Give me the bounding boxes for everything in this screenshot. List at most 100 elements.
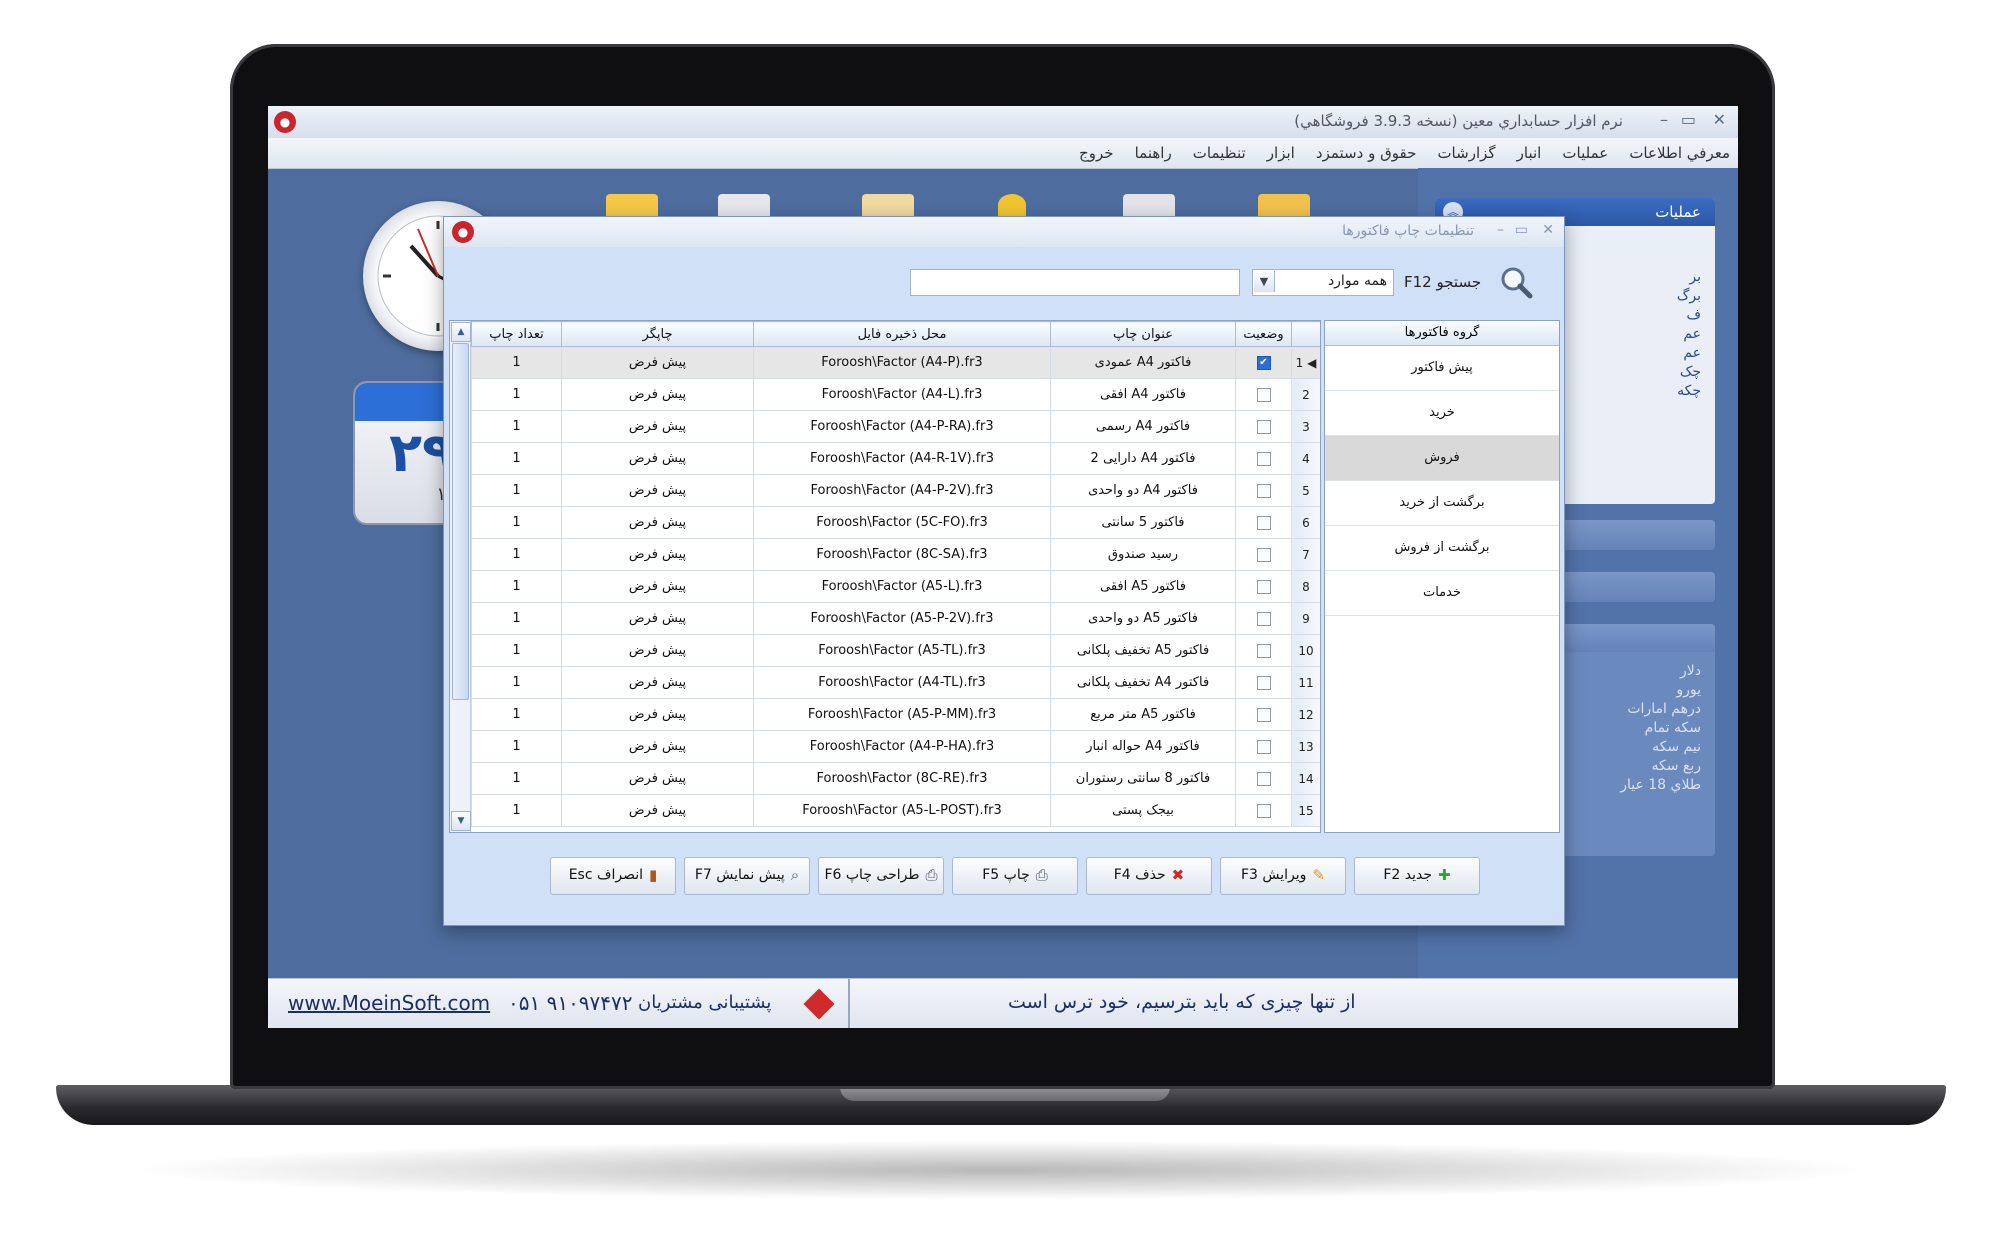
status-checkbox[interactable] <box>1256 515 1271 530</box>
status-cell[interactable] <box>1235 442 1292 475</box>
status-cell[interactable] <box>1235 570 1292 603</box>
group-item-purchase[interactable]: خرید <box>1325 391 1559 436</box>
scroll-up-icon[interactable]: ▲ <box>451 322 471 342</box>
menu-item-tools[interactable]: ابزار <box>1267 144 1295 162</box>
status-cell[interactable] <box>1235 698 1292 731</box>
filter-dropdown[interactable]: همه موارد ▼ <box>1252 269 1394 296</box>
group-item-proforma[interactable]: پیش فاکتور <box>1325 346 1559 391</box>
menu-item-definitions[interactable]: معرفي اطلاعات <box>1629 144 1730 162</box>
status-cell[interactable] <box>1235 730 1292 763</box>
group-item-sales-return[interactable]: برگشت از فروش <box>1325 526 1559 571</box>
table-row[interactable]: 13 فاکتور A4 حواله انبار Foroosh\Factor … <box>471 730 1320 763</box>
app-maximize-icon[interactable]: ▭ <box>1681 110 1696 129</box>
status-checkbox[interactable] <box>1256 803 1271 818</box>
table-row[interactable]: 15 بیجک پستی Foroosh\Factor (A5-L-POST).… <box>471 794 1320 827</box>
desktop-user-icon[interactable] <box>998 194 1026 216</box>
menu-item-payroll[interactable]: حقوق و دستمزد <box>1316 144 1416 162</box>
status-cell[interactable] <box>1235 410 1292 443</box>
title-column-header[interactable]: عنوان چاپ <box>1050 321 1236 347</box>
table-row[interactable]: 3 فاکتور A4 رسمی Foroosh\Factor (A4-P-RA… <box>471 410 1320 443</box>
status-checkbox[interactable] <box>1256 387 1271 402</box>
table-row[interactable]: 11 فاکتور A4 تخفیف پلکانی Foroosh\Factor… <box>471 666 1320 699</box>
title-cell: فاکتور A4 رسمی <box>1050 410 1236 443</box>
menu-item-help[interactable]: راهنما <box>1135 144 1172 162</box>
table-row[interactable]: 10 فاکتور A5 تخفیف پلکانی Foroosh\Factor… <box>471 634 1320 667</box>
menu-item-settings[interactable]: تنظيمات <box>1193 144 1246 162</box>
dialog-minimize-icon[interactable]: – <box>1497 222 1504 238</box>
copies-cell: 1 <box>471 538 562 571</box>
status-cell[interactable] <box>1235 506 1292 539</box>
grid-scrollbar[interactable]: ▲ ▼ <box>450 321 471 832</box>
status-cell[interactable] <box>1235 794 1292 827</box>
title-cell: فاکتور A5 افقی <box>1050 570 1236 603</box>
status-checkbox[interactable] <box>1256 739 1271 754</box>
cancel-button[interactable]: ▮انصراف Esc <box>550 857 676 895</box>
desktop-keyboard-icon[interactable] <box>718 194 770 216</box>
status-checkbox[interactable] <box>1256 611 1271 626</box>
status-cell[interactable] <box>1235 602 1292 635</box>
print-button[interactable]: ⎙چاپ F5 <box>952 857 1078 895</box>
menu-item-exit[interactable]: خروج <box>1079 144 1113 162</box>
status-cell[interactable] <box>1235 538 1292 571</box>
app-minimize-icon[interactable]: – <box>1660 110 1668 129</box>
desktop-invoice-icon[interactable] <box>606 194 658 216</box>
status-cell[interactable] <box>1235 378 1292 411</box>
dialog-close-icon[interactable]: ✕ <box>1542 222 1554 238</box>
menu-item-reports[interactable]: گزارشات <box>1437 144 1495 162</box>
desktop-folder-icon[interactable] <box>1258 194 1310 216</box>
copies-cell: 1 <box>471 474 562 507</box>
file-column-header[interactable]: محل ذخيره فايل <box>753 321 1051 347</box>
edit-button[interactable]: ✎ویرایش F3 <box>1220 857 1346 895</box>
group-item-purchase-return[interactable]: برگشت از خرید <box>1325 481 1559 526</box>
status-cell[interactable] <box>1235 634 1292 667</box>
printer-column-header[interactable]: چاپگر <box>561 321 754 347</box>
status-checkbox[interactable] <box>1256 483 1271 498</box>
table-row[interactable]: 8 فاکتور A5 افقی Foroosh\Factor (A5-L).f… <box>471 570 1320 603</box>
dialog-maximize-icon[interactable]: ▭ <box>1515 222 1528 238</box>
status-checkbox[interactable] <box>1256 451 1271 466</box>
footer-quote: از تنها چیزی که باید بترسیم، خود ترس است <box>1008 991 1356 1013</box>
table-row[interactable]: 12 فاکتور A5 متر مربع Foroosh\Factor (A5… <box>471 698 1320 731</box>
chevron-down-icon[interactable]: ▼ <box>1254 271 1275 292</box>
status-checkbox[interactable]: ✔ <box>1256 355 1271 370</box>
table-row[interactable]: ◀ 1 ✔ فاکتور A4 عمودی Foroosh\Factor (A4… <box>471 346 1320 379</box>
status-cell[interactable]: ✔ <box>1235 346 1292 379</box>
status-checkbox[interactable] <box>1256 771 1271 786</box>
desktop-document-icon[interactable] <box>862 194 914 216</box>
menu-item-warehouse[interactable]: انبار <box>1517 144 1542 162</box>
search-input[interactable] <box>910 269 1240 296</box>
title-cell: فاکتور A4 دارایی 2 <box>1050 442 1236 475</box>
table-row[interactable]: 2 فاکتور A4 افقی Foroosh\Factor (A4-L).f… <box>471 378 1320 411</box>
copies-column-header[interactable]: تعداد چاپ <box>471 321 562 347</box>
app-close-icon[interactable]: ✕ <box>1713 110 1726 129</box>
status-cell[interactable] <box>1235 474 1292 507</box>
table-row[interactable]: 5 فاکتور A4 دو واحدی Foroosh\Factor (A4-… <box>471 474 1320 507</box>
table-row[interactable]: 4 فاکتور A4 دارایی 2 Foroosh\Factor (A4-… <box>471 442 1320 475</box>
status-checkbox[interactable] <box>1256 579 1271 594</box>
design-print-button[interactable]: ⎙طراحی چاپ F6 <box>818 857 944 895</box>
group-item-services[interactable]: خدمات <box>1325 571 1559 616</box>
new-button[interactable]: ✚جدید F2 <box>1354 857 1480 895</box>
table-row[interactable]: 6 فاکتور 5 سانتی Foroosh\Factor (5C-FO).… <box>471 506 1320 539</box>
status-cell[interactable] <box>1235 762 1292 795</box>
table-row[interactable]: 7 رسید صندوق Foroosh\Factor (8C-SA).fr3 … <box>471 538 1320 571</box>
table-row[interactable]: 14 فاکتور 8 سانتی رستوران Foroosh\Factor… <box>471 762 1320 795</box>
status-checkbox[interactable] <box>1256 675 1271 690</box>
status-cell[interactable] <box>1235 666 1292 699</box>
menu-item-operations[interactable]: عمليات <box>1562 144 1608 162</box>
scrollbar-thumb[interactable] <box>452 343 469 700</box>
status-column-header[interactable]: وضعيت <box>1235 321 1292 347</box>
status-checkbox[interactable] <box>1256 707 1271 722</box>
website-link[interactable]: www.MoeinSoft.com <box>288 991 490 1015</box>
status-checkbox[interactable] <box>1256 419 1271 434</box>
search-icon[interactable] <box>1499 265 1533 299</box>
status-checkbox[interactable] <box>1256 547 1271 562</box>
scroll-down-icon[interactable]: ▼ <box>451 811 471 831</box>
title-cell: فاکتور 8 سانتی رستوران <box>1050 762 1236 795</box>
desktop-notebook-icon[interactable] <box>1123 194 1175 216</box>
group-item-sales[interactable]: فروش <box>1325 436 1559 481</box>
status-checkbox[interactable] <box>1256 643 1271 658</box>
delete-button[interactable]: ✖حذف F4 <box>1086 857 1212 895</box>
preview-button[interactable]: ⌕پیش نمایش F7 <box>684 857 810 895</box>
table-row[interactable]: 9 فاکتور A5 دو واحدی Foroosh\Factor (A5-… <box>471 602 1320 635</box>
